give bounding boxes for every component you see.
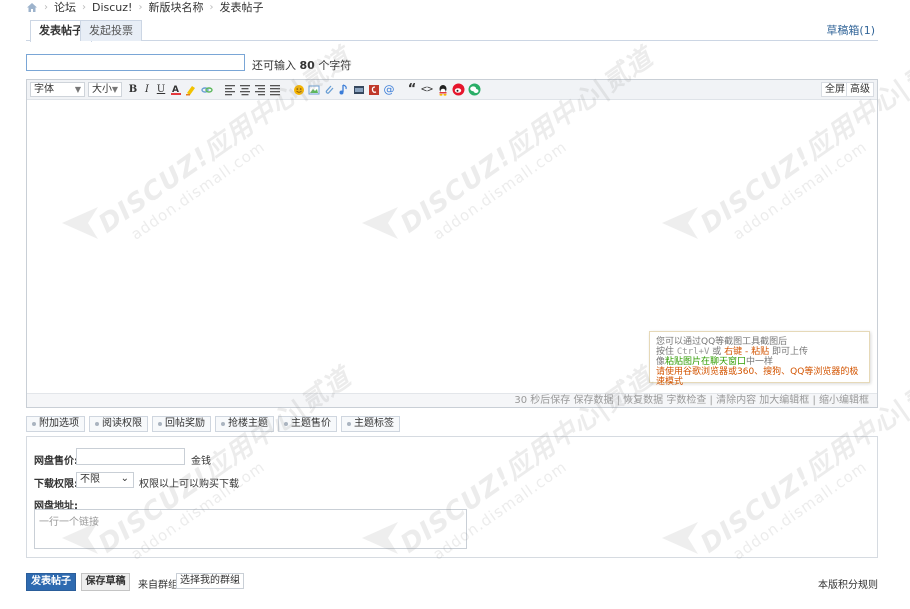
bullet-icon: [221, 422, 225, 426]
chevron-down-icon: ▼: [111, 85, 118, 94]
align-right-icon[interactable]: [254, 83, 266, 96]
font-family-select[interactable]: 字体 ▼: [30, 82, 85, 97]
bullet-icon: [284, 422, 288, 426]
option-floor-grab[interactable]: 抢楼主题: [215, 416, 274, 432]
option-label: 主题标签: [354, 418, 394, 429]
link-icon[interactable]: [201, 83, 213, 96]
tip-text: 即可上传: [769, 347, 808, 357]
bullet-icon: [32, 422, 36, 426]
group-label: 来自群组:: [138, 580, 182, 591]
option-label: 阅读权限: [102, 418, 142, 429]
breadcrumb-discuz[interactable]: Discuz!: [92, 1, 132, 14]
breadcrumb-current: 发表帖子: [219, 1, 264, 14]
editor: 字体 ▼ 大小 ▼ B I U A @ “ <> 全屏 高级 您可以通过QQ等截图工…: [26, 79, 878, 408]
price-unit: 金钱: [191, 456, 211, 467]
breadcrumb-forum[interactable]: 论坛: [54, 0, 76, 15]
price-label: 网盘售价:: [34, 456, 78, 467]
tip-line-3: 像粘贴图片在聊天窗口中一样: [656, 357, 863, 367]
select-value: 不限: [80, 474, 100, 485]
font-color-icon[interactable]: A: [170, 83, 182, 96]
option-tags[interactable]: 主题标签: [341, 416, 400, 432]
code-icon[interactable]: <>: [421, 83, 433, 96]
option-label: 主题售价: [291, 418, 331, 429]
advanced-button[interactable]: 高级: [846, 82, 874, 97]
permission-suffix: 权限以上可以购买下载: [139, 479, 239, 490]
bullet-icon: [347, 422, 351, 426]
netdisk-panel: 网盘售价: 金钱 下载权限: 不限 ⌄ 权限以上可以购买下载 网盘地址: 一行一个…: [26, 436, 878, 558]
option-label: 附加选项: [39, 418, 79, 429]
hint-suffix: 个字符: [318, 59, 352, 72]
chevron-down-icon: ⌄: [231, 574, 240, 585]
bullet-icon: [158, 422, 162, 426]
font-size-select[interactable]: 大小 ▼: [88, 82, 122, 97]
tip-highlight: 粘贴图片在聊天窗口: [665, 357, 747, 367]
credit-rules-link[interactable]: 本版积分规则: [818, 576, 878, 591]
fullscreen-button[interactable]: 全屏: [821, 82, 849, 97]
title-char-hint: 还可输入 80 个字符: [252, 57, 351, 73]
post-type-tabs: 发表帖子 发起投票 草稿箱(1): [26, 18, 878, 42]
video-icon[interactable]: [353, 83, 365, 96]
tip-line-4: 请使用谷歌浏览器或360、搜狗、QQ等浏览器的极速模式: [656, 367, 859, 387]
download-permission-label: 下载权限:: [34, 479, 78, 490]
tip-line-1: 您可以通过QQ等截图工具截图后: [656, 337, 788, 347]
option-read-permission[interactable]: 阅读权限: [89, 416, 148, 432]
download-permission-select[interactable]: 不限 ⌄: [76, 472, 134, 488]
italic-icon[interactable]: I: [141, 83, 153, 96]
chevron-right-icon: ›: [44, 1, 48, 13]
weibo-icon[interactable]: [452, 83, 465, 96]
submit-post-button[interactable]: 发表帖子: [26, 573, 76, 591]
netdisk-address-textarea[interactable]: 一行一个链接: [34, 509, 467, 549]
chevron-right-icon: ›: [82, 1, 86, 13]
flash-icon[interactable]: [368, 83, 380, 96]
font-select-label: 字体: [34, 84, 54, 95]
option-label: 回帖奖励: [165, 418, 205, 429]
option-reply-reward[interactable]: 回帖奖励: [152, 416, 211, 432]
drafts-link[interactable]: 草稿箱(1): [826, 22, 875, 38]
align-left-icon[interactable]: [224, 83, 236, 96]
quote-icon[interactable]: “: [406, 83, 418, 96]
tip-line-2: 按住 Ctrl+V 或 右键 - 粘贴 即可上传: [656, 347, 863, 357]
home-icon[interactable]: [26, 2, 38, 13]
editor-toolbar: 字体 ▼ 大小 ▼ B I U A @ “ <> 全屏 高级: [27, 80, 877, 100]
tip-text: 像: [656, 357, 666, 367]
title-input[interactable]: [26, 54, 245, 71]
align-justify-icon[interactable]: [269, 83, 281, 96]
hint-prefix: 还可输入: [252, 59, 296, 72]
option-extra[interactable]: 附加选项: [26, 416, 85, 432]
qq-icon[interactable]: [437, 83, 449, 96]
option-price[interactable]: 主题售价: [278, 416, 337, 432]
tip-shortcut: Ctrl+V: [676, 347, 710, 357]
bullet-icon: [95, 422, 99, 426]
mention-icon[interactable]: @: [383, 83, 395, 96]
highlight-icon[interactable]: [185, 83, 197, 96]
underline-icon[interactable]: U: [155, 83, 167, 96]
align-center-icon[interactable]: [239, 83, 251, 96]
breadcrumb: › 论坛 › Discuz! › 新版块名称 › 发表帖子: [26, 0, 263, 14]
wechat-icon[interactable]: [468, 83, 481, 96]
chevron-down-icon: ⌄: [120, 473, 129, 484]
size-select-label: 大小: [92, 84, 112, 95]
chevron-down-icon: ▼: [74, 85, 81, 94]
emoji-icon[interactable]: [293, 83, 305, 96]
tip-text: 中一样: [746, 357, 774, 367]
save-draft-button[interactable]: 保存草稿: [81, 573, 130, 591]
option-label: 抢楼主题: [228, 418, 268, 429]
tip-highlight: 右键 - 粘贴: [724, 347, 770, 357]
price-input[interactable]: [76, 448, 185, 465]
editor-status-bar[interactable]: 30 秒后保存 保存数据 | 恢复数据 字数检查 | 清除内容 加大编辑框 | …: [27, 393, 877, 407]
extra-options: 附加选项 阅读权限 回帖奖励 抢楼主题 主题售价 主题标签: [26, 416, 400, 432]
chevron-right-icon: ›: [209, 1, 214, 13]
group-select[interactable]: 选择我的群组 ⌄: [176, 573, 244, 589]
paste-tip: 您可以通过QQ等截图工具截图后 按住 Ctrl+V 或 右键 - 粘贴 即可上传…: [649, 331, 870, 387]
chevron-right-icon: ›: [138, 1, 143, 13]
image-icon[interactable]: [308, 83, 320, 96]
tip-text: 按住: [656, 347, 677, 357]
tab-poll[interactable]: 发起投票: [80, 20, 142, 41]
breadcrumb-board[interactable]: 新版块名称: [148, 0, 203, 15]
tip-text: 或: [709, 347, 725, 357]
bold-icon[interactable]: B: [127, 83, 139, 96]
hint-count: 80: [299, 59, 315, 72]
music-icon[interactable]: [338, 83, 350, 96]
attachment-icon[interactable]: [323, 83, 335, 96]
